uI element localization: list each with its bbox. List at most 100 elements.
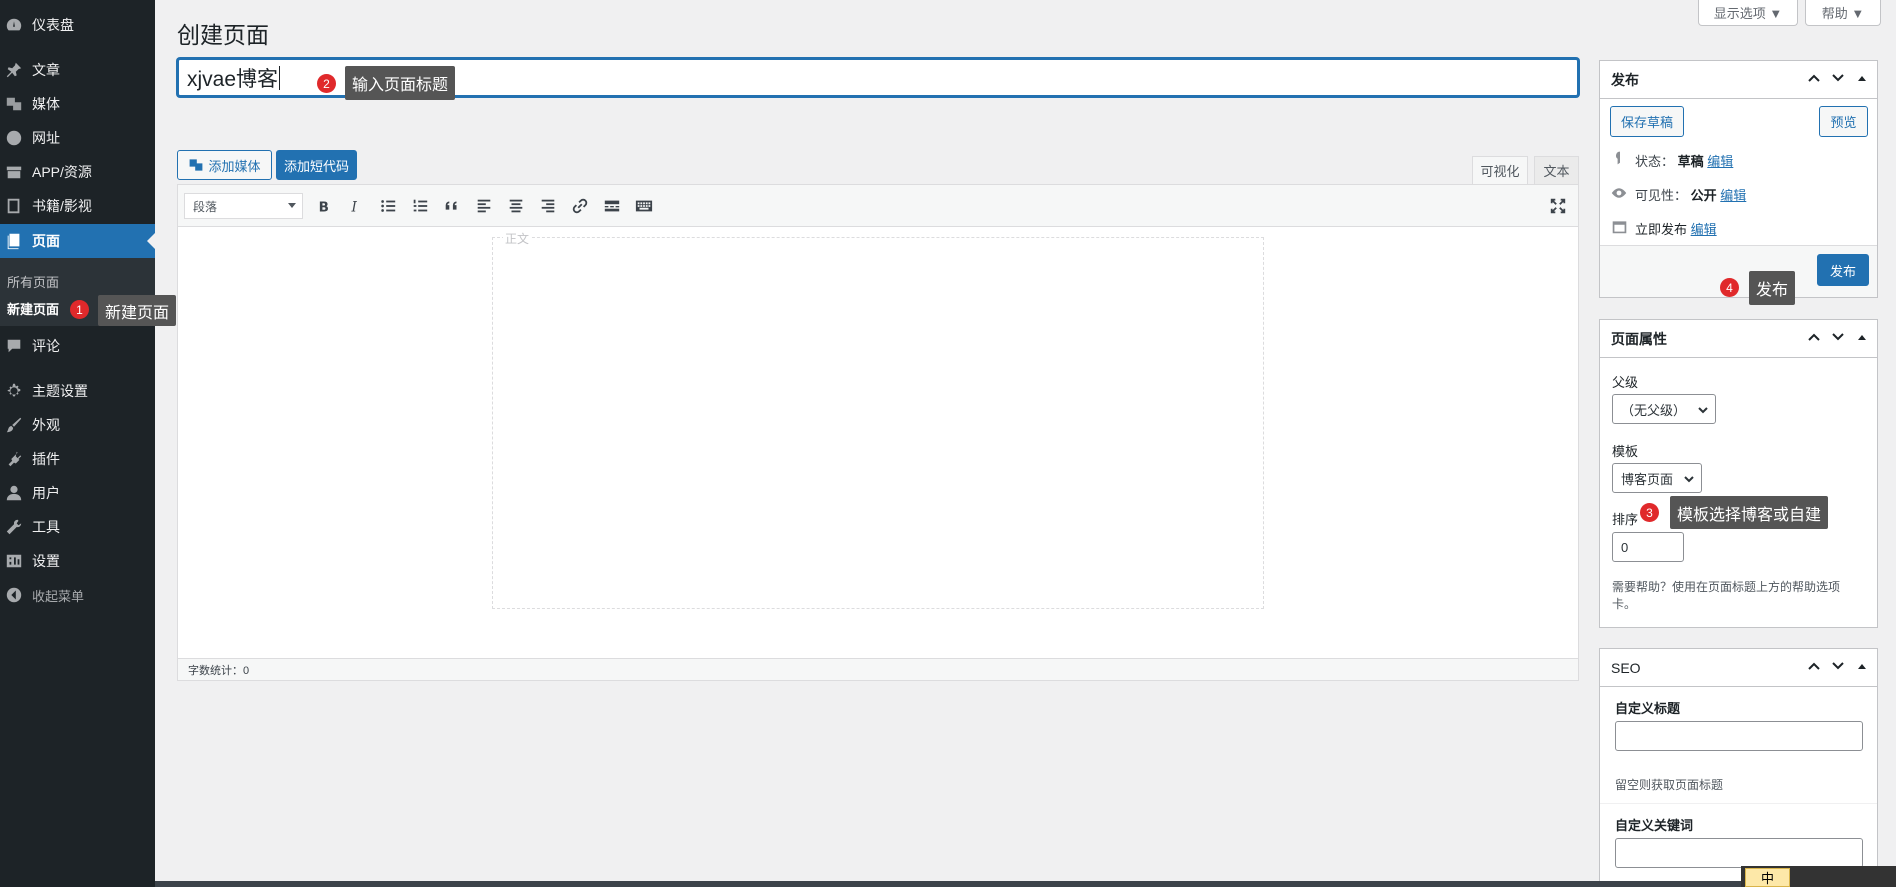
- edit-schedule-link[interactable]: 编辑: [1691, 222, 1717, 237]
- italic-icon[interactable]: I: [346, 196, 366, 216]
- toggle-panel-icon[interactable]: [1855, 71, 1869, 88]
- tab-text[interactable]: 文本: [1534, 156, 1579, 184]
- collapse-icon: [4, 585, 24, 605]
- menu-item-settings[interactable]: 设置: [0, 544, 155, 578]
- add-media-button[interactable]: 添加媒体: [177, 150, 272, 180]
- edit-visibility-link[interactable]: 编辑: [1720, 188, 1746, 203]
- page-attributes-header: 页面属性: [1600, 320, 1877, 358]
- menu-item-comments[interactable]: 评论: [0, 329, 155, 363]
- menu-item-tools[interactable]: 工具: [0, 510, 155, 544]
- step-badge-2: 2: [317, 74, 336, 93]
- align-center-icon[interactable]: [506, 196, 526, 216]
- template-select[interactable]: 博客页面: [1612, 463, 1702, 493]
- book-icon: [4, 196, 24, 216]
- chevron-up-icon[interactable]: [1807, 71, 1821, 88]
- menu-item-plugins[interactable]: 插件: [0, 442, 155, 476]
- parent-select[interactable]: （无父级）: [1612, 394, 1716, 424]
- fullscreen-icon[interactable]: [1548, 196, 1568, 216]
- blockquote-icon[interactable]: [442, 196, 462, 216]
- menu-item-users[interactable]: 用户: [0, 476, 155, 510]
- step-tooltip-1: 新建页面: [98, 295, 177, 326]
- publish-box: 发布 保存草稿 预览 状态： 草稿 编辑 可见性： 公开 编辑 立即发布 编辑 …: [1599, 60, 1878, 298]
- collapse-menu-button[interactable]: 收起菜单: [0, 578, 155, 612]
- bullet-list-icon[interactable]: [378, 196, 398, 216]
- admin-sidebar: 仪表盘 文章 媒体 网址 APP/资源 书籍/影视 页面 所有页面 新建页面 评…: [0, 0, 155, 887]
- submenu-all-pages[interactable]: 所有页面: [7, 272, 59, 291]
- brush-icon: [4, 415, 24, 435]
- more-tag-icon[interactable]: [602, 196, 622, 216]
- visibility-value: 公开: [1690, 188, 1717, 203]
- publish-box-header: 发布: [1600, 61, 1877, 99]
- custom-keywords-input[interactable]: [1615, 838, 1863, 868]
- order-input-value: 0: [1621, 539, 1629, 555]
- menu-item-posts[interactable]: 文章: [0, 53, 155, 87]
- archive-icon: [4, 162, 24, 182]
- menu-item-books[interactable]: 书籍/影视: [0, 189, 155, 223]
- save-draft-button[interactable]: 保存草稿: [1610, 106, 1684, 137]
- page-attributes-box: 页面属性 父级 （无父级） 模板 博客页面 排序 0 需要帮助？使用在页面标题上…: [1599, 319, 1878, 628]
- bottom-edge: [155, 881, 1745, 887]
- menu-item-media[interactable]: 媒体: [0, 87, 155, 121]
- toggle-panel-icon[interactable]: [1855, 659, 1869, 676]
- menu-item-app-resources[interactable]: APP/资源: [0, 155, 155, 189]
- status-row: 状态： 草稿 编辑: [1635, 151, 1733, 170]
- chevron-down-icon[interactable]: [1831, 330, 1845, 347]
- title-input-value: xjvae博客: [187, 67, 279, 91]
- custom-keywords-label: 自定义关键词: [1615, 818, 1694, 833]
- menu-label: 主题设置: [32, 383, 88, 399]
- link-icon[interactable]: [570, 196, 590, 216]
- menu-item-dashboard[interactable]: 仪表盘: [0, 8, 155, 42]
- gear-icon: [4, 381, 24, 401]
- format-select[interactable]: 段落: [184, 193, 303, 219]
- menu-label: 页面: [32, 233, 60, 249]
- align-left-icon[interactable]: [474, 196, 494, 216]
- chevron-up-icon[interactable]: [1807, 659, 1821, 676]
- chevron-up-icon[interactable]: [1807, 330, 1821, 347]
- align-right-icon[interactable]: [538, 196, 558, 216]
- media-icon: [4, 94, 24, 114]
- editor-body[interactable]: 正文: [492, 230, 1264, 609]
- settings-icon: [4, 551, 24, 571]
- menu-label: 仪表盘: [32, 17, 74, 33]
- tab-visual[interactable]: 可视化: [1472, 156, 1528, 184]
- menu-label: 设置: [32, 553, 60, 569]
- add-shortcode-button[interactable]: 添加短代码: [276, 150, 357, 180]
- help-text: 需要帮助？使用在页面标题上方的帮助选项 卡。: [1612, 578, 1840, 612]
- add-media-icon: [188, 157, 204, 173]
- edit-status-link[interactable]: 编辑: [1707, 154, 1733, 169]
- screen-options-button[interactable]: 显示选项 ▼: [1698, 0, 1798, 26]
- step-badge-3: 3: [1640, 503, 1659, 522]
- chevron-down-icon[interactable]: [1831, 659, 1845, 676]
- menu-item-appearance[interactable]: 外观: [0, 408, 155, 442]
- step-tooltip-2: 输入页面标题: [345, 66, 456, 100]
- order-input[interactable]: 0: [1612, 532, 1684, 562]
- custom-title-input[interactable]: [1615, 721, 1863, 751]
- menu-item-pages[interactable]: 页面: [0, 224, 155, 258]
- menu-item-sites[interactable]: 网址: [0, 121, 155, 155]
- menu-label: 评论: [32, 338, 60, 354]
- numbered-list-icon[interactable]: [410, 196, 430, 216]
- order-label: 排序: [1612, 512, 1639, 527]
- publish-button[interactable]: 发布: [1817, 254, 1869, 286]
- menu-label: 书籍/影视: [32, 198, 92, 214]
- visibility-row: 可见性： 公开 编辑: [1635, 185, 1746, 204]
- editor-toolbar: 段落 B I: [178, 185, 1578, 227]
- toggle-panel-icon[interactable]: [1855, 330, 1869, 347]
- submenu-new-page[interactable]: 新建页面: [7, 299, 59, 318]
- chevron-down-icon[interactable]: [1831, 71, 1845, 88]
- step-tooltip-3: 模板选择博客或自建: [1670, 496, 1829, 529]
- status-value: 草稿: [1677, 154, 1704, 169]
- preview-button[interactable]: 预览: [1819, 106, 1868, 137]
- menu-item-theme-settings[interactable]: 主题设置: [0, 374, 155, 408]
- eye-icon: [1609, 185, 1629, 204]
- bold-icon[interactable]: B: [314, 196, 334, 216]
- menu-label: 插件: [32, 451, 60, 467]
- ime-status[interactable]: 中: [1745, 868, 1790, 887]
- menu-label: 文章: [32, 62, 60, 78]
- menu-label: 收起菜单: [32, 588, 85, 604]
- help-button[interactable]: 帮助 ▼: [1805, 0, 1881, 26]
- word-count: 字数统计：0: [178, 658, 1578, 680]
- toolbar-toggle-icon[interactable]: [634, 196, 654, 216]
- template-select-value: 博客页面: [1621, 471, 1674, 487]
- menu-label: APP/资源: [32, 164, 92, 180]
